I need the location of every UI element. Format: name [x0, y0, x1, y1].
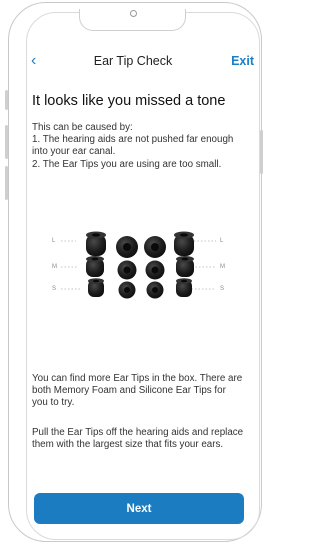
ear-tip-small-top-1	[118, 281, 136, 299]
cause-reason-2: 2. The Ear Tips you are using are too sm…	[32, 158, 222, 170]
ear-tip-large-top-2	[144, 236, 166, 258]
side-button-top	[5, 90, 8, 110]
ear-tip-small-left	[88, 278, 104, 297]
cause-text: This can be caused by: 1. The hearing ai…	[32, 122, 244, 171]
ear-tips-illustration: L M S L M S	[30, 222, 240, 312]
camera-icon	[130, 10, 137, 17]
side-button-middle	[5, 125, 8, 159]
ear-tip-large-right	[174, 231, 194, 256]
ear-tip-small-right	[176, 278, 192, 297]
ear-tip-small-top-2	[146, 281, 164, 299]
info-paragraph-1: You can find more Ear Tips in the box. T…	[32, 373, 243, 409]
ear-tip-large-top-1	[116, 236, 138, 258]
exit-button[interactable]: Exit	[231, 54, 254, 68]
ear-tip-medium-top-2	[145, 260, 165, 280]
ear-tip-medium-top-1	[117, 260, 137, 280]
navigation-bar: ‹ Ear Tip Check Exit	[0, 52, 266, 72]
cause-intro: This can be caused by:	[32, 122, 133, 133]
ear-tip-medium-left	[86, 256, 104, 277]
page-title: Ear Tip Check	[93, 54, 173, 68]
ear-tip-large-left	[86, 231, 106, 256]
power-button	[260, 130, 263, 174]
ear-tips-graphic	[61, 231, 216, 299]
info-paragraph-2: Pull the Ear Tips off the hearing aids a…	[32, 427, 244, 451]
side-button-bottom	[5, 166, 8, 200]
main-heading: It looks like you missed a tone	[32, 93, 226, 109]
ear-tip-medium-right	[176, 256, 194, 277]
next-button[interactable]: Next	[34, 493, 244, 524]
cause-reason-1: 1. The hearing aids are not pushed far e…	[32, 134, 234, 158]
